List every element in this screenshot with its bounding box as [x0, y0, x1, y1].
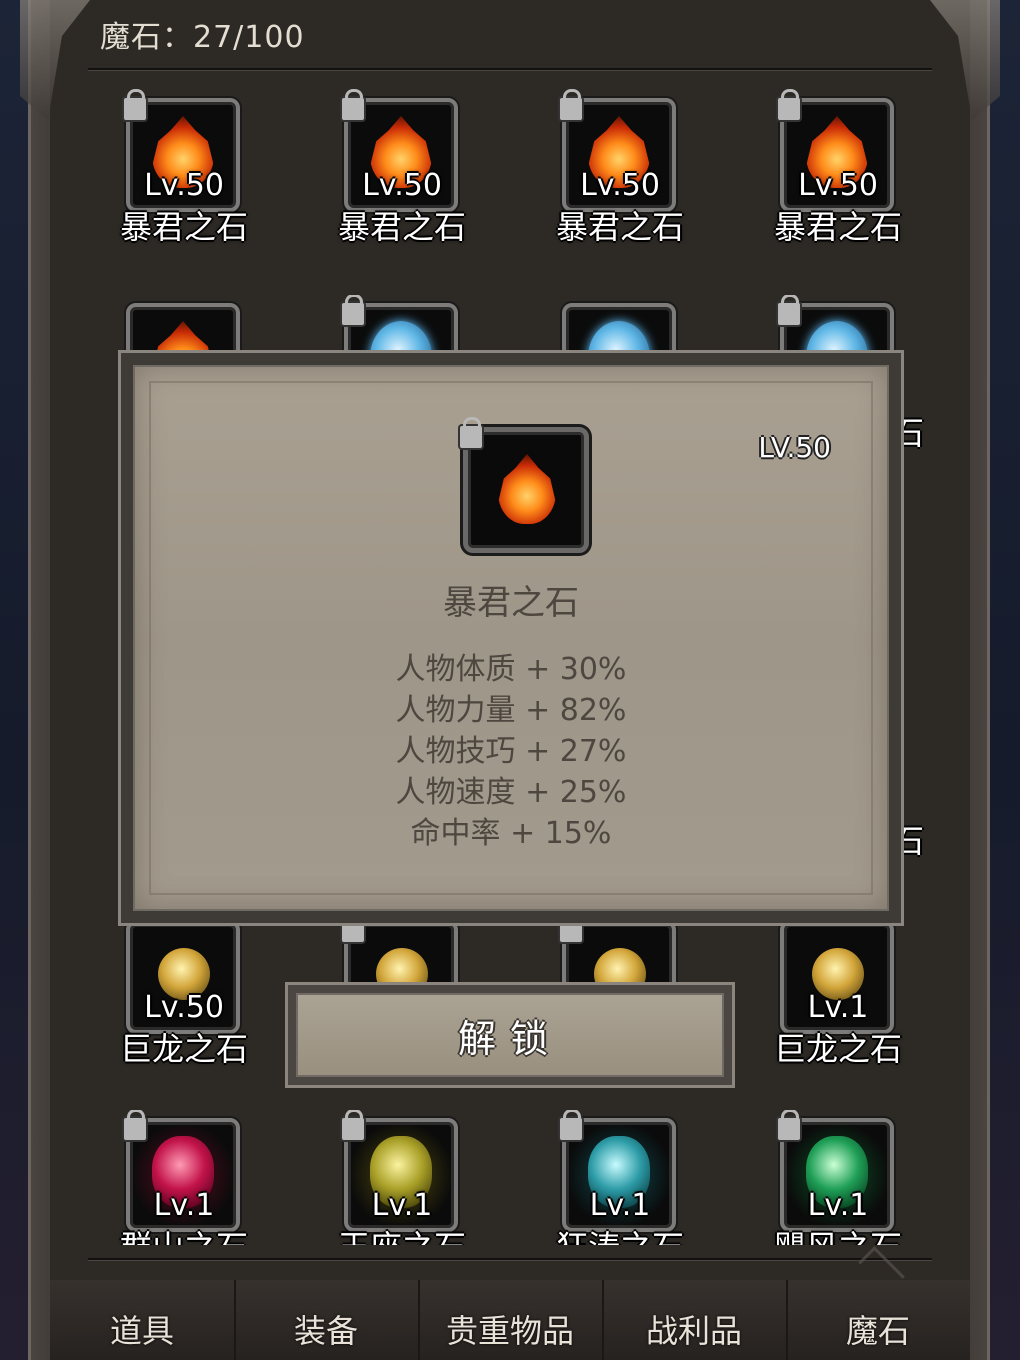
stone-name: 飓风之石	[738, 1222, 932, 1245]
stat-line: 命中率 + 15%	[410, 816, 612, 851]
popup-stone-name: 暴君之石	[443, 583, 579, 623]
stone-level: Lv.50	[362, 168, 442, 203]
stone-item[interactable]: Lv.50 暴君之石	[302, 89, 502, 248]
lock-icon	[776, 89, 802, 122]
stone-item[interactable]: Lv.1 飓风之石	[738, 1110, 932, 1245]
stone-level: Lv.1	[589, 1188, 651, 1223]
popup-level: LV.50	[758, 431, 831, 464]
stone-detail-popup: LV.50 暴君之石 人物体质 + 30% 人物力量 + 82% 人物技巧 + …	[118, 350, 904, 926]
stone-name: 巨龙之石	[119, 1030, 248, 1068]
stone-level: Lv.50	[144, 990, 224, 1025]
stone-name: 狂涛之石	[520, 1222, 720, 1245]
lock-icon	[558, 1110, 584, 1142]
popup-body: LV.50 暴君之石 人物体质 + 30% 人物力量 + 82% 人物技巧 + …	[133, 365, 889, 911]
stone-level: Lv.1	[371, 1188, 433, 1223]
tab-items[interactable]: 道具	[110, 1306, 174, 1352]
lock-icon	[340, 89, 366, 122]
lock-icon	[776, 295, 802, 327]
stone-name: 暴君之石	[555, 208, 684, 246]
stone-name: 暴君之石	[119, 208, 248, 246]
stone-row-crystals: Lv.1 群山之石 Lv.1 王座之石 Lv.1 狂涛之石 Lv.1 飓风之石	[88, 1110, 932, 1245]
stone-name: 巨龙之石	[773, 1030, 902, 1068]
stone-name: 暴君之石	[337, 208, 466, 246]
stone-item[interactable]: Lv.1 王座之石	[302, 1110, 502, 1245]
magic-stone-count: 27/100	[193, 20, 305, 55]
tab-magic-stones[interactable]: 魔石	[846, 1306, 910, 1352]
stone-item[interactable]	[520, 303, 720, 357]
lock-icon	[122, 89, 148, 122]
stone-item[interactable]: Lv.50 暴君之石	[520, 89, 720, 248]
stone-level: Lv.50	[798, 168, 878, 203]
stone-slot	[126, 303, 240, 357]
lock-icon	[340, 1110, 366, 1142]
popup-stone-slot	[458, 417, 589, 553]
stone-item[interactable]: Lv.1 狂涛之石	[520, 1110, 720, 1245]
stat-line: 人物速度 + 25%	[395, 775, 627, 810]
stone-item[interactable]: Lv.1 巨龙之石	[738, 920, 932, 1070]
stone-name: 群山之石	[88, 1222, 284, 1245]
magic-stone-label: 魔石：	[100, 20, 193, 55]
tab-divider	[234, 1280, 236, 1360]
lock-icon	[558, 89, 584, 122]
tab-loot[interactable]: 战利品	[646, 1306, 742, 1352]
unlock-button-label: 解锁	[296, 993, 724, 1077]
stone-name: 王座之石	[302, 1222, 502, 1245]
divider-top	[88, 68, 932, 70]
stone-row-partial	[88, 295, 932, 357]
lock-icon	[340, 295, 366, 327]
lock-icon	[458, 417, 484, 450]
divider-bottom	[88, 1258, 932, 1260]
unlock-button[interactable]: 解锁	[285, 982, 735, 1088]
stone-item[interactable]: Lv.50 暴君之石	[84, 89, 284, 248]
stone-slot	[340, 295, 458, 357]
stone-item[interactable]	[88, 303, 284, 357]
stone-level: Lv.1	[153, 1188, 215, 1223]
tab-divider	[786, 1280, 788, 1360]
stone-item[interactable]: Lv.1 群山之石	[88, 1110, 284, 1245]
tab-equipment[interactable]: 装备	[294, 1306, 358, 1352]
stone-name: 暴君之石	[773, 208, 902, 246]
stone-item[interactable]: Lv.50 暴君之石	[738, 89, 938, 248]
popup-stats-list: 人物体质 + 30% 人物力量 + 82% 人物技巧 + 27% 人物速度 + …	[135, 649, 887, 854]
stone-item[interactable]	[302, 295, 502, 357]
fire-gem-icon	[498, 454, 556, 524]
stone-item[interactable]: Lv.50 巨龙之石	[88, 920, 284, 1070]
lock-icon	[122, 1110, 148, 1142]
stone-level: Lv.50	[580, 168, 660, 203]
magic-stone-counter: 魔石：27/100	[100, 12, 305, 56]
stat-line: 人物体质 + 30%	[395, 652, 627, 687]
stone-item[interactable]	[738, 295, 932, 357]
stone-level: Lv.50	[144, 168, 224, 203]
stone-level: Lv.1	[807, 1188, 869, 1223]
stone-slot	[776, 295, 894, 357]
stone-slot	[562, 303, 676, 357]
lock-icon	[776, 1110, 802, 1142]
stone-level: Lv.1	[807, 990, 869, 1025]
stat-line: 人物技巧 + 27%	[395, 734, 627, 769]
bottom-tab-bar: 道具 装备 贵重物品 战利品 魔石	[50, 1280, 970, 1360]
tab-valuables[interactable]: 贵重物品	[446, 1306, 574, 1352]
stat-line: 人物力量 + 82%	[395, 693, 627, 728]
tab-divider	[602, 1280, 604, 1360]
tab-divider	[418, 1280, 420, 1360]
